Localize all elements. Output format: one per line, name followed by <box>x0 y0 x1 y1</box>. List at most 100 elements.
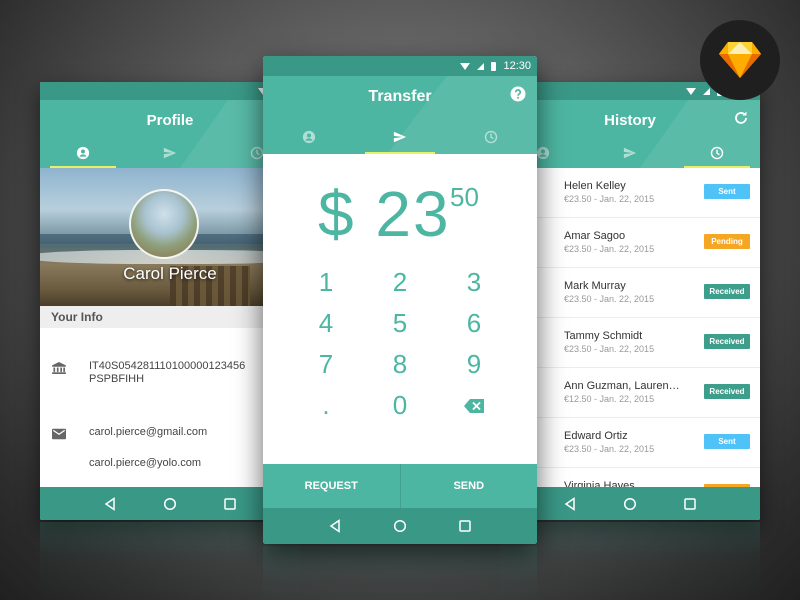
profile-name: Carol Pierce <box>123 264 217 283</box>
profile-app-bar: Profile <box>40 100 300 168</box>
bank-icon <box>52 362 66 374</box>
email-secondary[interactable]: carol.pierce@yolo.com <box>40 457 300 469</box>
history-item-detail: €23.50 - Jan. 22, 2015 <box>564 444 655 454</box>
list-item[interactable]: Helen Kelley €23.50 - Jan. 22, 2015 Sent <box>500 168 760 218</box>
key-3[interactable]: 3 <box>437 262 511 303</box>
send-icon <box>393 131 407 143</box>
sketch-logo-icon <box>719 42 761 78</box>
user-icon <box>302 130 315 144</box>
home-icon[interactable] <box>163 497 177 511</box>
amount-display: $ 23 50 <box>263 154 537 262</box>
status-badge: Received <box>704 334 750 349</box>
tab-transfer[interactable] <box>354 120 445 154</box>
clock-time: 12:30 <box>503 60 531 72</box>
transfer-title: Transfer <box>368 88 432 105</box>
send-icon <box>163 147 177 159</box>
history-nav-bar <box>500 487 760 520</box>
refresh-icon <box>735 111 747 124</box>
status-badge: Sent <box>704 184 750 199</box>
profile-cover-photo: Carol Pierce <box>40 168 300 306</box>
status-bar <box>40 82 300 100</box>
history-item-detail: €23.50 - Jan. 22, 2015 <box>564 344 655 354</box>
profile-tabs <box>40 138 300 168</box>
history-item-detail: €12.50 - Jan. 22, 2015 <box>564 394 655 404</box>
history-item-detail: €23.50 - Jan. 22, 2015 <box>564 244 655 254</box>
home-icon[interactable] <box>623 497 637 511</box>
history-reflection <box>500 522 760 600</box>
key-0[interactable]: 0 <box>363 385 437 426</box>
history-screen: 12:30 History Helen Kelley€23.50 - Jan. … <box>500 82 760 520</box>
history-item-name: Amar Sagoo <box>564 230 626 242</box>
recents-icon[interactable] <box>683 497 697 511</box>
profile-screen: Profile Carol Pierce Your Info IT40S0542… <box>40 82 300 520</box>
request-button[interactable]: REQUEST <box>263 464 400 508</box>
tab-history[interactable] <box>446 120 537 154</box>
signal-icon <box>702 87 710 95</box>
tab-profile[interactable] <box>263 120 354 154</box>
key-backspace[interactable] <box>437 385 511 426</box>
history-item-detail: €23.50 - Jan. 22, 2015 <box>564 194 655 204</box>
tab-transfer[interactable] <box>127 138 214 168</box>
list-item[interactable]: Amar Sagoo €23.50 - Jan. 22, 2015 Pending <box>500 218 760 268</box>
home-icon[interactable] <box>393 519 407 533</box>
refresh-button[interactable] <box>732 110 750 128</box>
history-app-bar: History <box>500 100 760 168</box>
sketch-logo-badge <box>700 20 780 100</box>
email-row[interactable]: carol.pierce@gmail.com <box>40 426 300 440</box>
clock-icon <box>485 130 498 144</box>
key-decimal[interactable]: . <box>289 385 363 426</box>
transfer-tabs <box>263 120 537 154</box>
back-icon[interactable] <box>563 496 577 511</box>
send-icon <box>623 147 637 159</box>
back-icon[interactable] <box>328 519 342 533</box>
history-item-name: Helen Kelley <box>564 180 626 192</box>
amount-main: $ 23 <box>318 178 451 250</box>
clock-icon <box>710 146 723 160</box>
status-badge: Sent <box>704 434 750 449</box>
user-icon <box>77 146 90 160</box>
status-bar: 12:30 <box>263 56 537 76</box>
mail-icon <box>52 428 66 440</box>
history-item-name: Ann Guzman, Lauren… <box>564 380 680 392</box>
history-tabs <box>500 138 760 168</box>
key-6[interactable]: 6 <box>437 303 511 344</box>
your-info-header: Your Info <box>40 306 300 328</box>
transfer-screen: 12:30 Transfer $ 23 50 123 456 789.0 REQUE… <box>263 56 537 544</box>
key-1[interactable]: 1 <box>289 262 363 303</box>
key-4[interactable]: 4 <box>289 303 363 344</box>
user-icon <box>537 146 550 160</box>
wifi-icon <box>685 87 696 95</box>
help-button[interactable] <box>509 86 527 104</box>
history-item-detail: €23.50 - Jan. 22, 2015 <box>564 294 655 304</box>
list-item[interactable]: Mark Murray €23.50 - Jan. 22, 2015 Receive… <box>500 268 760 318</box>
recents-icon[interactable] <box>458 519 472 533</box>
key-9[interactable]: 9 <box>437 344 511 385</box>
status-badge: Pending <box>704 234 750 249</box>
back-icon[interactable] <box>103 496 117 511</box>
wifi-icon <box>460 62 471 70</box>
tab-transfer[interactable] <box>587 138 674 168</box>
avatar[interactable] <box>129 189 199 259</box>
recents-icon[interactable] <box>223 497 237 511</box>
iban-row[interactable]: IT40S054281110100000123456 PSPBFIHH <box>40 360 300 386</box>
list-item[interactable]: Tammy Schmidt €23.50 - Jan. 22, 2015 Recei… <box>500 318 760 368</box>
list-item[interactable]: Edward Ortiz €23.50 - Jan. 22, 2015 Sent <box>500 418 760 468</box>
key-7[interactable]: 7 <box>289 344 363 385</box>
profile-nav-bar <box>40 487 300 520</box>
transfer-actions: REQUEST SEND <box>263 464 537 508</box>
history-item-name: Edward Ortiz <box>564 430 628 442</box>
backspace-icon <box>464 398 484 413</box>
transfer-app-bar: Transfer <box>263 76 537 154</box>
key-2[interactable]: 2 <box>363 262 437 303</box>
send-button[interactable]: SEND <box>399 464 538 508</box>
history-title: History <box>604 112 656 129</box>
list-item[interactable]: Ann Guzman, Lauren… €12.50 - Jan. 22, 201… <box>500 368 760 418</box>
history-item-name: Mark Murray <box>564 280 626 292</box>
tab-profile[interactable] <box>40 138 127 168</box>
tab-history[interactable] <box>673 138 760 168</box>
help-icon <box>510 86 526 102</box>
status-badge: Received <box>704 284 750 299</box>
status-badge: Received <box>704 384 750 399</box>
key-8[interactable]: 8 <box>363 344 437 385</box>
key-5[interactable]: 5 <box>363 303 437 344</box>
